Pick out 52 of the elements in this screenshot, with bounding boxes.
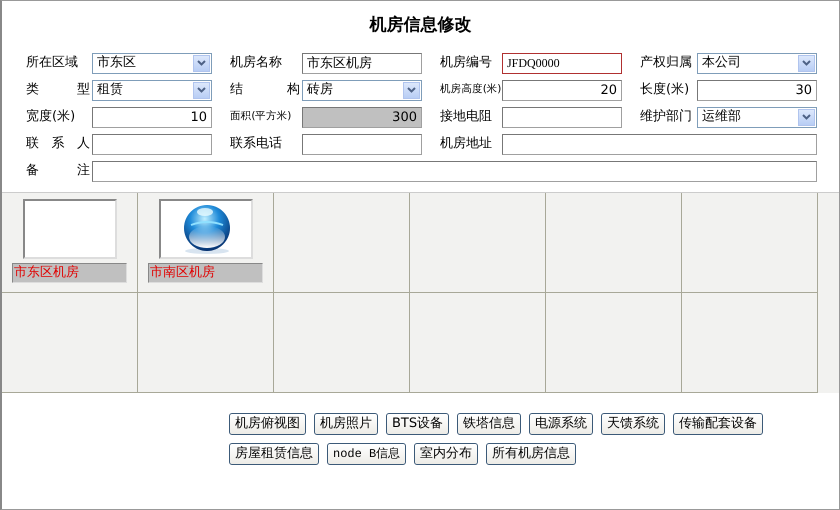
button[interactable]: 所有机房信息 [486, 442, 576, 464]
input-field[interactable] [92, 134, 212, 154]
button[interactable]: 机房俯视图 [229, 412, 306, 434]
dropdown[interactable]: 市东区 [92, 52, 212, 74]
field-label: 面积(平方米) [229, 109, 292, 124]
input-field[interactable]: 30 [697, 80, 817, 100]
caret-icon [403, 82, 420, 98]
input-field[interactable] [92, 160, 817, 182]
dropdown[interactable]: 本公司 [697, 52, 817, 74]
field-label: 备 注 [26, 162, 90, 180]
input-field[interactable]: 20 [502, 80, 622, 100]
caret-icon [193, 82, 210, 98]
input-field[interactable] [502, 134, 817, 154]
window-title: 机房信息修改 [368, 14, 472, 37]
button[interactable]: 电源系统 [529, 412, 594, 434]
button[interactable]: 传输配套设备 [673, 412, 764, 434]
field-label: 机房名称 [229, 54, 283, 72]
caret-icon [798, 54, 815, 72]
field-label: 联系电话 [229, 135, 283, 154]
caret-icon [193, 54, 210, 72]
input-field[interactable] [302, 134, 422, 154]
button[interactable]: 铁塔信息 [457, 412, 522, 434]
room-name: 市东区机房 [12, 262, 127, 282]
button[interactable]: 室内分布 [414, 442, 478, 464]
field-label: 所在区域 [26, 54, 79, 72]
input-field[interactable]: 10 [92, 106, 212, 128]
button[interactable]: 房屋租赁信息 [229, 442, 319, 464]
button[interactable]: BTS设备 [386, 412, 450, 434]
room-name: 市南区机房 [148, 262, 263, 282]
field-label: 机房高度(米) [439, 82, 500, 98]
field-label: 产权归属 [639, 54, 693, 72]
input-field[interactable]: 市东区机房 [302, 52, 422, 74]
input-field[interactable] [502, 106, 622, 128]
field-label: 联 系 人 [26, 135, 90, 154]
dropdown[interactable]: 运维部 [697, 106, 817, 128]
field-label: 接地电阻 [439, 108, 493, 126]
field-label: 宽度(米) [26, 108, 76, 126]
field-label: 维护部门 [639, 108, 693, 126]
field-label: 长度(米) [639, 81, 690, 100]
button[interactable]: 机房照片 [314, 412, 378, 434]
input-field[interactable]: 300 [302, 106, 422, 128]
button[interactable]: 天馈系统 [601, 412, 666, 434]
field-label: 类 型 [26, 81, 90, 100]
field-label: 机房编号 [439, 54, 493, 72]
button[interactable]: node B信息 [327, 442, 406, 464]
input-field[interactable]: JFDQ0000 [502, 52, 622, 74]
dropdown[interactable]: 砖房 [302, 80, 422, 100]
dropdown[interactable]: 租赁 [92, 80, 212, 100]
field-label: 机房地址 [439, 135, 493, 154]
field-label: 结 构 [229, 81, 300, 100]
thumbnail[interactable] [22, 198, 116, 258]
caret-icon [798, 108, 815, 126]
